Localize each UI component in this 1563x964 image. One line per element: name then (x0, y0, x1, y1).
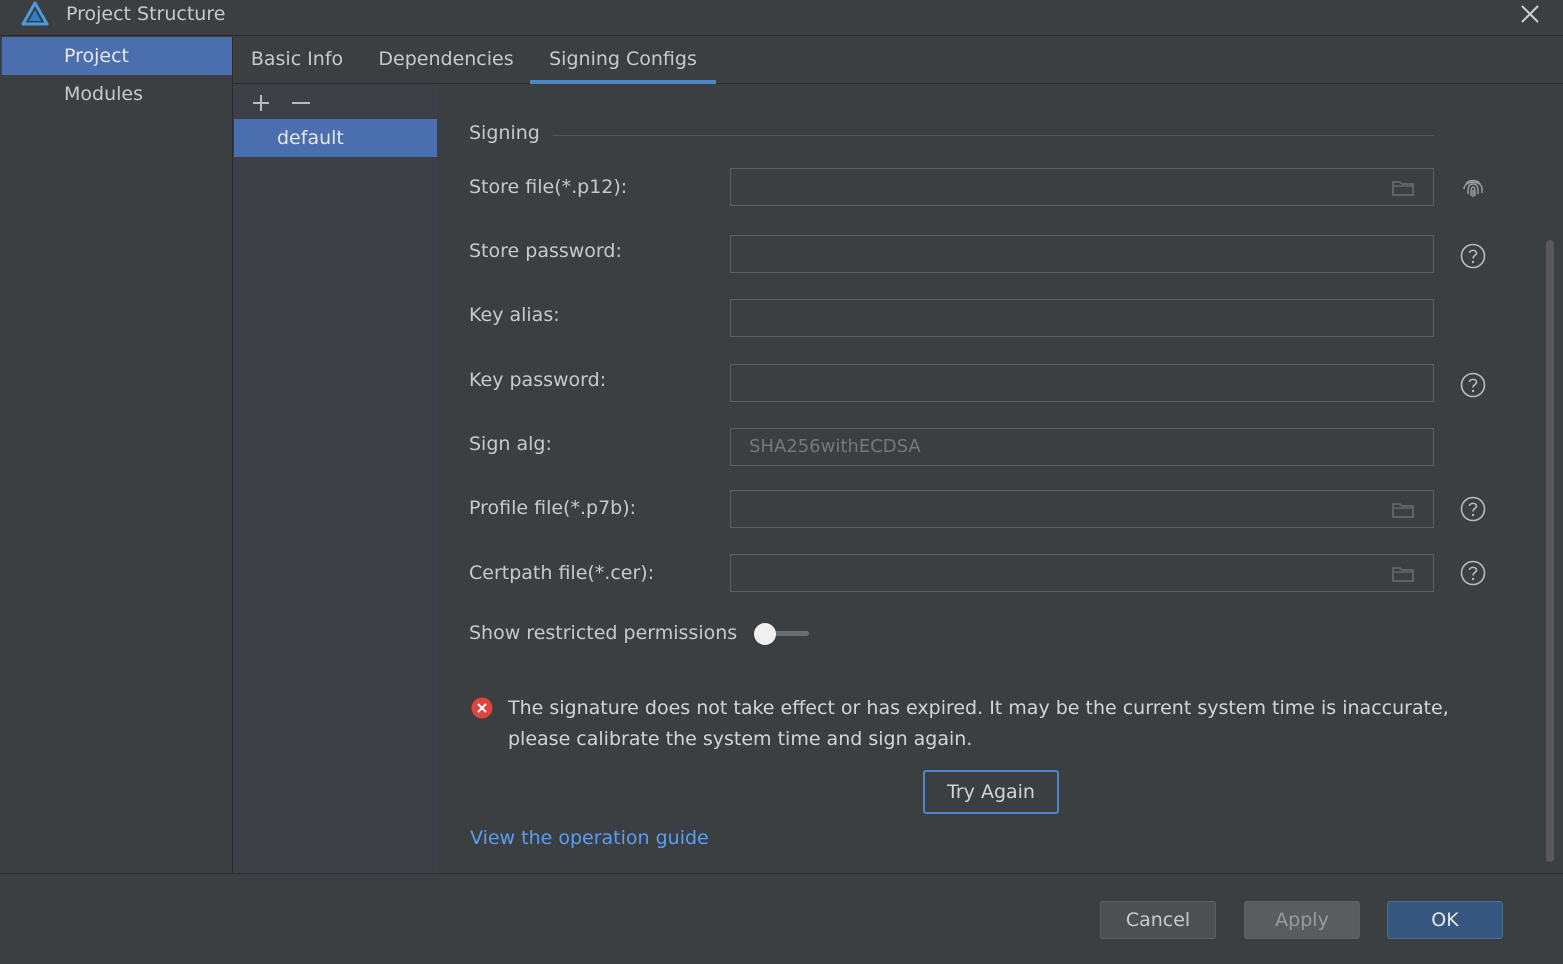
operation-guide-link[interactable]: View the operation guide (470, 827, 709, 849)
folder-icon[interactable] (1391, 178, 1415, 198)
restricted-permissions-toggle[interactable] (753, 621, 811, 647)
restricted-permissions-label: Show restricted permissions (469, 622, 738, 644)
sidebar-item-project[interactable]: Project (2, 37, 232, 75)
help-icon[interactable] (1459, 559, 1487, 587)
store-file-label: Store file(*.p12): (469, 176, 628, 198)
title-bar: Project Structure (0, 0, 1563, 36)
sidebar-item-modules[interactable]: Modules (2, 75, 232, 113)
tab-bar: Basic Info Dependencies Signing Configs (234, 37, 1563, 84)
store-password-field[interactable] (730, 235, 1434, 273)
add-icon[interactable] (248, 92, 274, 114)
sign-alg-label: Sign alg: (469, 433, 552, 455)
app-logo-icon (21, 1, 49, 26)
store-file-field[interactable] (730, 168, 1434, 206)
signing-config-list: default (234, 85, 437, 873)
certpath-file-label: Certpath file(*.cer): (469, 562, 655, 584)
certpath-file-field[interactable] (730, 554, 1434, 592)
ok-button[interactable]: OK (1387, 901, 1503, 939)
sidebar: Project Modules (2, 37, 233, 873)
cancel-button[interactable]: Cancel (1100, 901, 1216, 939)
profile-file-field[interactable] (730, 490, 1434, 528)
dialog-footer: Cancel Apply OK (0, 873, 1563, 964)
apply-button[interactable]: Apply (1244, 901, 1360, 939)
help-icon[interactable] (1459, 242, 1487, 270)
help-icon[interactable] (1459, 371, 1487, 399)
key-alias-field[interactable] (730, 299, 1434, 337)
help-icon[interactable] (1459, 495, 1487, 523)
vertical-scrollbar[interactable] (1546, 240, 1554, 862)
config-item-default[interactable]: default (234, 119, 437, 157)
remove-icon[interactable] (288, 92, 314, 114)
tab-basic-info[interactable]: Basic Info (240, 37, 354, 84)
error-message: The signature does not take effect or ha… (508, 697, 1449, 750)
store-password-label: Store password: (469, 240, 622, 262)
try-again-button[interactable]: Try Again (923, 770, 1059, 814)
key-password-field[interactable] (730, 364, 1434, 402)
fingerprint-icon[interactable] (1459, 174, 1487, 202)
sign-alg-field: SHA256withECDSA (730, 428, 1434, 466)
section-divider (553, 135, 1434, 136)
error-icon (471, 697, 493, 719)
key-password-label: Key password: (469, 369, 607, 391)
tab-dependencies[interactable]: Dependencies (374, 37, 518, 84)
close-icon[interactable] (1514, 0, 1546, 30)
section-title: Signing (469, 122, 540, 144)
tab-signing-configs[interactable]: Signing Configs (530, 37, 716, 84)
folder-icon[interactable] (1391, 500, 1415, 520)
window-title: Project Structure (66, 3, 226, 25)
signing-form: Signing Store file(*.p12): Store passwor… (437, 85, 1545, 873)
folder-icon[interactable] (1391, 564, 1415, 584)
profile-file-label: Profile file(*.p7b): (469, 497, 637, 519)
key-alias-label: Key alias: (469, 304, 560, 326)
